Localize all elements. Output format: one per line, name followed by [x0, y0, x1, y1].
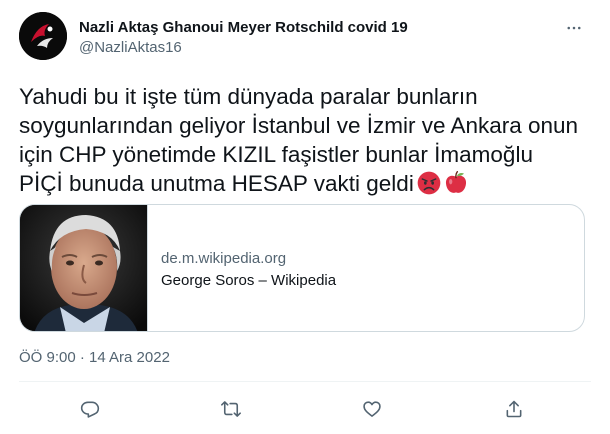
tweet-line: soygunlarından geliyor İstanbul ve İzmir…: [19, 113, 579, 138]
tweet-timestamp[interactable]: ÖÖ 9:00 · 14 Ara 2022: [19, 349, 170, 366]
reply-icon: [80, 401, 100, 418]
tweet-line-last: PİÇİ bunuda unutma HESAP vakti geldi: [19, 169, 594, 198]
red-apple-emoji-icon: [445, 171, 466, 193]
angry-face-emoji-icon: [417, 171, 441, 195]
link-title: George Soros – Wikipedia: [161, 272, 337, 289]
link-preview-thumbnail: [20, 205, 148, 331]
divider: [19, 381, 591, 382]
retweet-icon: [221, 401, 241, 417]
like-button[interactable]: [359, 396, 385, 422]
display-name[interactable]: Nazli Aktaş Ghanoui Meyer Rotschild covi…: [79, 19, 408, 36]
retweet-button[interactable]: [218, 396, 244, 422]
portrait-image: [20, 205, 147, 331]
tweet-line: Yahudi bu it işte tüm dünyada paralar bu…: [19, 84, 478, 109]
avatar[interactable]: [19, 12, 67, 60]
avatar-image: [19, 12, 67, 60]
more-icon: [567, 26, 581, 30]
link-preview-card[interactable]: de.m.wikipedia.org George Soros – Wikipe…: [19, 204, 585, 332]
tweet-line: için CHP yönetimde KIZIL faşistler bunla…: [19, 142, 533, 167]
user-handle[interactable]: @NazliAktas16: [79, 39, 182, 56]
tweet-text: Yahudi bu it işte tüm dünyada paralar bu…: [19, 82, 594, 198]
like-icon: [363, 401, 381, 417]
more-options-button[interactable]: [560, 18, 588, 38]
link-domain: de.m.wikipedia.org: [161, 250, 287, 267]
share-icon: [506, 400, 522, 418]
reply-button[interactable]: [77, 396, 103, 422]
tweet-line: PİÇİ bunuda unutma HESAP vakti geldi: [19, 171, 414, 196]
tweet: Nazli Aktaş Ghanoui Meyer Rotschild covi…: [0, 0, 610, 434]
share-button[interactable]: [501, 396, 527, 422]
